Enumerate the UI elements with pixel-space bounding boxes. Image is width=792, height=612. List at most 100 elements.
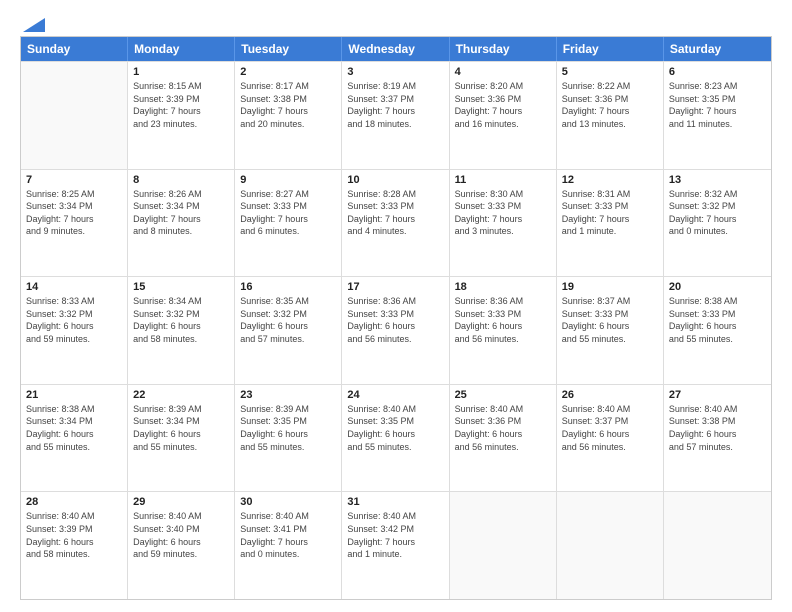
day-info: Sunrise: 8:26 AM Sunset: 3:34 PM Dayligh… <box>133 188 229 238</box>
day-info: Sunrise: 8:27 AM Sunset: 3:33 PM Dayligh… <box>240 188 336 238</box>
day-number: 5 <box>562 66 658 78</box>
day-number: 19 <box>562 281 658 293</box>
calendar-cell: 6 Sunrise: 8:23 AM Sunset: 3:35 PM Daylig… <box>664 62 771 169</box>
day-number: 10 <box>347 174 443 186</box>
calendar-cell: 17 Sunrise: 8:36 AM Sunset: 3:33 PM Dayli… <box>342 277 449 384</box>
day-info: Sunrise: 8:36 AM Sunset: 3:33 PM Dayligh… <box>347 295 443 345</box>
day-info: Sunrise: 8:40 AM Sunset: 3:39 PM Dayligh… <box>26 510 122 560</box>
day-info: Sunrise: 8:40 AM Sunset: 3:36 PM Dayligh… <box>455 403 551 453</box>
calendar-cell: 7Sunrise: 8:25 AM Sunset: 3:34 PM Daylig… <box>21 170 128 277</box>
calendar-header-cell: Friday <box>557 37 664 61</box>
logo <box>20 18 45 26</box>
day-number: 6 <box>669 66 766 78</box>
day-info: Sunrise: 8:31 AM Sunset: 3:33 PM Dayligh… <box>562 188 658 238</box>
calendar-cell: 30 Sunrise: 8:40 AM Sunset: 3:41 PM Dayli… <box>235 492 342 599</box>
calendar-cell: 26Sunrise: 8:40 AM Sunset: 3:37 PM Dayli… <box>557 385 664 492</box>
day-info: Sunrise: 8:15 AM Sunset: 3:39 PM Dayligh… <box>133 80 229 130</box>
day-number: 27 <box>669 389 766 401</box>
day-info: Sunrise: 8:40 AM Sunset: 3:40 PM Dayligh… <box>133 510 229 560</box>
calendar-cell: 1 Sunrise: 8:15 AM Sunset: 3:39 PM Daylig… <box>128 62 235 169</box>
day-info: Sunrise: 8:38 AM Sunset: 3:34 PM Dayligh… <box>26 403 122 453</box>
calendar-cell: 19 Sunrise: 8:37 AM Sunset: 3:33 PM Dayli… <box>557 277 664 384</box>
logo-icon <box>23 18 45 32</box>
day-number: 16 <box>240 281 336 293</box>
calendar: SundayMondayTuesdayWednesdayThursdayFrid… <box>20 36 772 600</box>
calendar-cell: 21 Sunrise: 8:38 AM Sunset: 3:34 PM Dayli… <box>21 385 128 492</box>
day-info: Sunrise: 8:37 AM Sunset: 3:33 PM Dayligh… <box>562 295 658 345</box>
calendar-week: 21 Sunrise: 8:38 AM Sunset: 3:34 PM Dayli… <box>21 384 771 492</box>
day-info: Sunrise: 8:34 AM Sunset: 3:32 PM Dayligh… <box>133 295 229 345</box>
day-info: Sunrise: 8:40 AM Sunset: 3:41 PM Dayligh… <box>240 510 336 560</box>
day-number: 23 <box>240 389 336 401</box>
day-number: 21 <box>26 389 122 401</box>
calendar-cell: 25 Sunrise: 8:40 AM Sunset: 3:36 PM Dayli… <box>450 385 557 492</box>
calendar-cell <box>557 492 664 599</box>
calendar-header-cell: Saturday <box>664 37 771 61</box>
day-number: 7 <box>26 174 122 186</box>
calendar-cell: 9 Sunrise: 8:27 AM Sunset: 3:33 PM Daylig… <box>235 170 342 277</box>
day-info: Sunrise: 8:35 AM Sunset: 3:32 PM Dayligh… <box>240 295 336 345</box>
calendar-cell: 20 Sunrise: 8:38 AM Sunset: 3:33 PM Dayli… <box>664 277 771 384</box>
day-number: 2 <box>240 66 336 78</box>
day-info: Sunrise: 8:33 AM Sunset: 3:32 PM Dayligh… <box>26 295 122 345</box>
day-number: 30 <box>240 496 336 508</box>
calendar-week: 28Sunrise: 8:40 AM Sunset: 3:39 PM Dayli… <box>21 491 771 599</box>
calendar-cell: 31 Sunrise: 8:40 AM Sunset: 3:42 PM Dayli… <box>342 492 449 599</box>
calendar-cell <box>450 492 557 599</box>
day-info: Sunrise: 8:39 AM Sunset: 3:34 PM Dayligh… <box>133 403 229 453</box>
calendar-cell: 4 Sunrise: 8:20 AM Sunset: 3:36 PM Daylig… <box>450 62 557 169</box>
day-info: Sunrise: 8:38 AM Sunset: 3:33 PM Dayligh… <box>669 295 766 345</box>
calendar-week: 1 Sunrise: 8:15 AM Sunset: 3:39 PM Daylig… <box>21 61 771 169</box>
calendar-cell: 8 Sunrise: 8:26 AM Sunset: 3:34 PM Daylig… <box>128 170 235 277</box>
calendar-cell: 15 Sunrise: 8:34 AM Sunset: 3:32 PM Dayli… <box>128 277 235 384</box>
calendar-cell: 3 Sunrise: 8:19 AM Sunset: 3:37 PM Daylig… <box>342 62 449 169</box>
calendar-cell: 28Sunrise: 8:40 AM Sunset: 3:39 PM Dayli… <box>21 492 128 599</box>
calendar-cell: 24 Sunrise: 8:40 AM Sunset: 3:35 PM Dayli… <box>342 385 449 492</box>
day-number: 14 <box>26 281 122 293</box>
calendar-cell: 22 Sunrise: 8:39 AM Sunset: 3:34 PM Dayli… <box>128 385 235 492</box>
day-number: 3 <box>347 66 443 78</box>
calendar-cell <box>21 62 128 169</box>
day-number: 8 <box>133 174 229 186</box>
calendar-cell: 14 Sunrise: 8:33 AM Sunset: 3:32 PM Dayli… <box>21 277 128 384</box>
calendar-cell: 29 Sunrise: 8:40 AM Sunset: 3:40 PM Dayli… <box>128 492 235 599</box>
calendar-header-cell: Tuesday <box>235 37 342 61</box>
day-info: Sunrise: 8:20 AM Sunset: 3:36 PM Dayligh… <box>455 80 551 130</box>
calendar-header-cell: Wednesday <box>342 37 449 61</box>
day-number: 15 <box>133 281 229 293</box>
day-info: Sunrise: 8:40 AM Sunset: 3:35 PM Dayligh… <box>347 403 443 453</box>
calendar-cell: 23 Sunrise: 8:39 AM Sunset: 3:35 PM Dayli… <box>235 385 342 492</box>
calendar-header-cell: Thursday <box>450 37 557 61</box>
day-number: 12 <box>562 174 658 186</box>
header <box>20 18 772 26</box>
calendar-cell: 11Sunrise: 8:30 AM Sunset: 3:33 PM Dayli… <box>450 170 557 277</box>
day-number: 4 <box>455 66 551 78</box>
calendar-cell: 2 Sunrise: 8:17 AM Sunset: 3:38 PM Daylig… <box>235 62 342 169</box>
calendar-cell: 16 Sunrise: 8:35 AM Sunset: 3:32 PM Dayli… <box>235 277 342 384</box>
day-number: 29 <box>133 496 229 508</box>
calendar-cell <box>664 492 771 599</box>
page: SundayMondayTuesdayWednesdayThursdayFrid… <box>0 0 792 612</box>
day-info: Sunrise: 8:39 AM Sunset: 3:35 PM Dayligh… <box>240 403 336 453</box>
day-number: 31 <box>347 496 443 508</box>
day-number: 17 <box>347 281 443 293</box>
day-info: Sunrise: 8:19 AM Sunset: 3:37 PM Dayligh… <box>347 80 443 130</box>
calendar-cell: 18Sunrise: 8:36 AM Sunset: 3:33 PM Dayli… <box>450 277 557 384</box>
day-info: Sunrise: 8:40 AM Sunset: 3:42 PM Dayligh… <box>347 510 443 560</box>
day-number: 9 <box>240 174 336 186</box>
day-number: 20 <box>669 281 766 293</box>
day-number: 25 <box>455 389 551 401</box>
calendar-body: 1 Sunrise: 8:15 AM Sunset: 3:39 PM Daylig… <box>21 61 771 599</box>
day-info: Sunrise: 8:17 AM Sunset: 3:38 PM Dayligh… <box>240 80 336 130</box>
day-number: 22 <box>133 389 229 401</box>
calendar-cell: 27Sunrise: 8:40 AM Sunset: 3:38 PM Dayli… <box>664 385 771 492</box>
day-info: Sunrise: 8:28 AM Sunset: 3:33 PM Dayligh… <box>347 188 443 238</box>
day-number: 1 <box>133 66 229 78</box>
day-number: 13 <box>669 174 766 186</box>
day-number: 24 <box>347 389 443 401</box>
day-info: Sunrise: 8:23 AM Sunset: 3:35 PM Dayligh… <box>669 80 766 130</box>
day-info: Sunrise: 8:40 AM Sunset: 3:37 PM Dayligh… <box>562 403 658 453</box>
day-info: Sunrise: 8:36 AM Sunset: 3:33 PM Dayligh… <box>455 295 551 345</box>
calendar-header: SundayMondayTuesdayWednesdayThursdayFrid… <box>21 37 771 61</box>
day-number: 11 <box>455 174 551 186</box>
